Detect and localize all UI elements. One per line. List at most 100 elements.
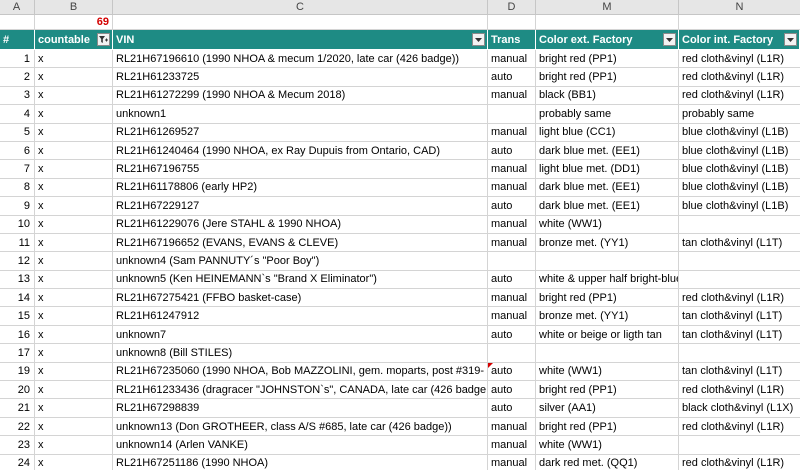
countable-cell[interactable]: x (35, 344, 113, 363)
color-ext-cell[interactable]: white & upper half bright-blue (536, 270, 679, 290)
vin-cell[interactable]: RL21H61233725 (113, 68, 488, 87)
dropdown-arrow-icon[interactable] (472, 33, 485, 46)
color-ext-cell[interactable]: white (WW1) (536, 436, 679, 455)
countable-cell[interactable]: x (35, 215, 113, 234)
countable-cell[interactable]: x (35, 197, 113, 216)
vin-cell[interactable]: RL21H61233436 (dragracer "JOHNSTON`s", C… (113, 381, 488, 400)
trans-cell[interactable]: auto (488, 325, 536, 345)
countable-cell[interactable]: x (35, 307, 113, 326)
vin-cell[interactable]: RL21H67196755 (113, 160, 488, 179)
column-header-D[interactable]: D (488, 0, 536, 15)
trans-cell[interactable]: manual (488, 307, 536, 326)
vin-cell[interactable]: unknown14 (Arlen VANKE) (113, 436, 488, 455)
count-cell-m[interactable] (536, 15, 679, 30)
color-ext-cell[interactable]: bronze met. (YY1) (536, 233, 679, 253)
countable-cell[interactable]: x (35, 160, 113, 179)
vin-cell[interactable]: unknown5 (Ken HEINEMANN`s "Brand X Elimi… (113, 270, 488, 290)
color-int-cell[interactable]: tan cloth&vinyl (L1T) (679, 326, 800, 345)
trans-cell[interactable] (488, 105, 536, 124)
trans-cell[interactable]: manual (488, 233, 536, 253)
color-ext-cell[interactable]: white (WW1) (536, 215, 679, 234)
header-trans[interactable]: Trans (488, 30, 536, 50)
trans-cell[interactable]: auto (488, 197, 536, 216)
vin-cell[interactable]: RL21H67298839 (113, 399, 488, 418)
vin-cell[interactable]: RL21H61272299 (1990 NHOA & Mecum 2018) (113, 86, 488, 106)
row-number-cell[interactable]: 15 (0, 307, 35, 326)
vin-cell[interactable]: RL21H67275421 (FFBO basket-case) (113, 289, 488, 308)
countable-cell[interactable]: x (35, 178, 113, 198)
countable-cell[interactable]: x (35, 436, 113, 455)
vin-cell[interactable]: RL21H61269527 (113, 123, 488, 142)
countable-cell[interactable]: x (35, 270, 113, 290)
color-int-cell[interactable]: probably same (679, 105, 800, 124)
row-number-cell[interactable]: 21 (0, 399, 35, 418)
count-cell-a[interactable] (0, 15, 35, 30)
column-header-B[interactable]: B (35, 0, 113, 15)
countable-cell[interactable]: x (35, 141, 113, 161)
row-number-cell[interactable]: 7 (0, 160, 35, 179)
vin-cell[interactable]: unknown4 (Sam PANNUTY´s "Poor Boy") (113, 252, 488, 271)
row-number-cell[interactable]: 12 (0, 252, 35, 271)
vin-cell[interactable]: RL21H67196610 (1990 NHOA & mecum 1/2020,… (113, 50, 488, 69)
trans-cell[interactable] (488, 344, 536, 363)
trans-cell[interactable]: auto (488, 141, 536, 161)
color-ext-cell[interactable]: light blue (CC1) (536, 123, 679, 142)
vin-cell[interactable]: RL21H61247912 (113, 307, 488, 326)
vin-cell[interactable]: unknown7 (113, 325, 488, 345)
vin-cell[interactable]: unknown1 (113, 105, 488, 124)
count-cell-d[interactable] (488, 15, 536, 30)
row-number-cell[interactable]: 24 (0, 454, 35, 470)
color-int-cell[interactable]: tan cloth&vinyl (L1T) (679, 363, 800, 382)
column-header-C[interactable]: C (113, 0, 488, 15)
color-ext-cell[interactable]: bright red (PP1) (536, 381, 679, 400)
color-int-cell[interactable]: red cloth&vinyl (L1R) (679, 455, 800, 470)
trans-cell[interactable]: manual (488, 289, 536, 308)
vin-cell[interactable]: RL21H67196652 (EVANS, EVANS & CLEVE) (113, 233, 488, 253)
row-number-cell[interactable]: 11 (0, 233, 35, 253)
color-ext-cell[interactable]: bronze met. (YY1) (536, 307, 679, 326)
header-color-int[interactable]: Color int. Factory (679, 30, 800, 50)
color-int-cell[interactable]: red cloth&vinyl (L1R) (679, 418, 800, 437)
color-ext-cell[interactable]: probably same (536, 105, 679, 124)
filter-active-icon[interactable] (97, 33, 110, 46)
vin-cell[interactable]: RL21H61240464 (1990 NHOA, ex Ray Dupuis … (113, 141, 488, 161)
row-number-cell[interactable]: 1 (0, 50, 35, 69)
color-int-cell[interactable]: blue cloth&vinyl (L1B) (679, 160, 800, 179)
row-number-cell[interactable]: 8 (0, 178, 35, 198)
countable-cell[interactable]: x (35, 325, 113, 345)
header-color-ext[interactable]: Color ext. Factory (536, 30, 679, 50)
row-number-cell[interactable]: 4 (0, 105, 35, 124)
header-countable[interactable]: countable (35, 30, 113, 50)
trans-cell[interactable]: manual (488, 178, 536, 198)
vin-cell[interactable]: RL21H61229076 (Jere STAHL & 1990 NHOA) (113, 215, 488, 234)
header-num[interactable]: # (0, 30, 35, 50)
column-header-N[interactable]: N (679, 0, 800, 15)
trans-cell[interactable]: manual (488, 50, 536, 69)
trans-cell[interactable]: manual (488, 160, 536, 179)
row-number-cell[interactable]: 19 (0, 362, 35, 382)
color-int-cell[interactable] (679, 436, 800, 455)
color-int-cell[interactable] (679, 216, 800, 234)
vin-cell[interactable]: RL21H67251186 (1990 NHOA) (113, 454, 488, 470)
color-ext-cell[interactable]: silver (AA1) (536, 399, 679, 418)
count-cell-b[interactable]: 69 (35, 15, 113, 30)
trans-cell[interactable]: auto (488, 362, 536, 382)
color-ext-cell[interactable] (536, 252, 679, 271)
trans-cell[interactable] (488, 252, 536, 271)
color-int-cell[interactable]: black cloth&vinyl (L1X) (679, 399, 800, 418)
countable-cell[interactable]: x (35, 362, 113, 382)
color-int-cell[interactable]: blue cloth&vinyl (L1B) (679, 142, 800, 161)
column-header-A[interactable]: A (0, 0, 35, 15)
countable-cell[interactable]: x (35, 123, 113, 142)
color-ext-cell[interactable]: dark blue met. (EE1) (536, 178, 679, 198)
color-int-cell[interactable]: blue cloth&vinyl (L1B) (679, 179, 800, 198)
row-number-cell[interactable]: 22 (0, 417, 35, 437)
row-number-cell[interactable]: 13 (0, 270, 35, 290)
countable-cell[interactable]: x (35, 68, 113, 87)
row-number-cell[interactable]: 9 (0, 197, 35, 216)
trans-cell[interactable]: manual (488, 417, 536, 437)
countable-cell[interactable]: x (35, 50, 113, 69)
vin-cell[interactable]: RL21H67229127 (113, 197, 488, 216)
row-number-cell[interactable]: 14 (0, 289, 35, 308)
trans-cell[interactable]: manual (488, 123, 536, 142)
